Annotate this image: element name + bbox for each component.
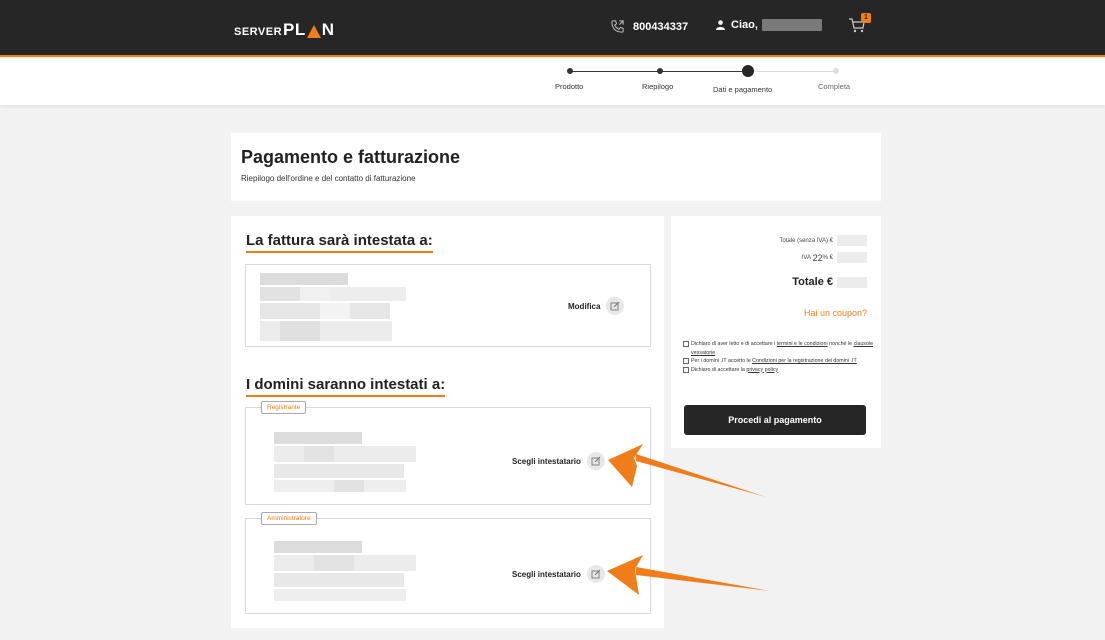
it-domains-text: Per i domini .IT accetto le Condizioni p… (691, 358, 857, 364)
subtotal-value-redacted (837, 235, 867, 246)
edit-icon (606, 297, 625, 315)
vat-suffix: % € (822, 254, 833, 261)
privacy-text: Dichiaro di accettare la privacy policy (691, 366, 779, 373)
terms-checkboxes: Dichiaro di aver letto e di accettare i … (683, 340, 873, 374)
total-line: Totale € (792, 276, 867, 288)
logo-text-big: PL (283, 20, 306, 39)
logo-text-big-end: N (321, 20, 335, 39)
choose-label: Scegli intestatario (512, 569, 581, 579)
vat-rate: 22 (812, 252, 823, 263)
terms-checkbox[interactable] (683, 341, 689, 347)
step-dot-completa (833, 68, 839, 74)
user-menu[interactable]: Ciao, (716, 19, 822, 31)
total-value-redacted (837, 276, 867, 288)
phone-number: 800434337 (633, 20, 689, 33)
page-header-card: Pagamento e fatturazione Riepilogo dell'… (231, 133, 881, 201)
user-name-redacted (761, 19, 822, 31)
terms-row: Dichiaro di aver letto e di accettare i … (683, 340, 873, 357)
privacy-policy-link[interactable]: privacy policy (746, 367, 778, 373)
step-line-todo (748, 71, 836, 72)
step-label-completa: Completa (818, 82, 851, 91)
subtotal-label: Totale (senza IVA) € (779, 237, 833, 244)
step-label-riepilogo: Riepilogo (642, 82, 674, 91)
subtotal-line: Totale (senza IVA) € (779, 235, 867, 246)
phone-link[interactable]: 800434337 (610, 19, 688, 34)
edit-icon (586, 565, 605, 583)
vat-value-redacted (837, 252, 867, 263)
order-summary-panel: Totale (senza IVA) € IVA 22% € Totale € … (671, 216, 881, 448)
vat-prefix: IVA (801, 254, 811, 261)
domains-heading: I domini saranno intestati a: (246, 376, 446, 397)
proceed-to-payment-button[interactable]: Procedi al pagamento (684, 405, 866, 435)
user-greeting: Ciao, (731, 19, 758, 31)
logo-triangle-icon (306, 25, 321, 38)
choose-label: Scegli intestatario (512, 456, 581, 466)
it-domains-checkbox[interactable] (683, 358, 689, 364)
it-domains-row: Per i domini .IT accetto le Condizioni p… (683, 357, 873, 366)
edit-invoice-button[interactable]: Modifica (568, 297, 625, 315)
vat-line: IVA 22% € (802, 252, 867, 263)
phone-icon (611, 20, 624, 33)
page-title: Pagamento e fatturazione (241, 147, 461, 167)
invoice-contact-card: Modifica (245, 264, 651, 347)
step-label-prodotto: Prodotto (555, 82, 584, 91)
choose-registrant-button[interactable]: Scegli intestatario (512, 452, 605, 470)
privacy-checkbox[interactable] (683, 366, 689, 373)
total-label: Totale € (792, 276, 833, 288)
it-conditions-link[interactable]: Condizioni per la registrazione dei domi… (752, 358, 857, 364)
serverplan-logo[interactable]: SERVER PL N (234, 20, 335, 40)
registrant-card: Registrante Scegli intestatario (245, 401, 651, 505)
cart-button[interactable]: 1 (848, 13, 871, 39)
edit-icon (586, 452, 605, 470)
user-icon (716, 20, 725, 30)
privacy-row: Dichiaro di accettare la privacy policy (683, 366, 873, 375)
choose-administrator-button[interactable]: Scegli intestatario (512, 565, 605, 583)
step-dot-riepilogo (657, 68, 663, 74)
terms-link[interactable]: termini e le condizioni (777, 341, 828, 347)
coupon-link[interactable]: Hai un coupon? (804, 308, 867, 318)
page-subtitle: Riepilogo dell'ordine e del contatto di … (241, 174, 416, 183)
billing-panel: La fattura sarà intestata a: Modifica I … (231, 216, 664, 628)
administrator-card: Amministratore Scegli intestatario (245, 512, 651, 614)
edit-label: Modifica (568, 301, 601, 311)
top-navbar: SERVER PL N 800434337 Ciao, 1 (0, 0, 1105, 57)
invoice-heading: La fattura sarà intestata a: (246, 232, 433, 253)
logo-text-small: SERVER (234, 26, 283, 38)
checkout-stepper: Prodotto Riepilogo Dati e pagamento Comp… (0, 59, 1105, 105)
step-dot-prodotto (567, 68, 573, 74)
terms-text: Dichiaro di aver letto e di accettare i … (691, 341, 874, 356)
administrator-tag: Amministratore (261, 512, 317, 525)
step-dot-current (742, 65, 754, 77)
step-line-done-1 (570, 71, 660, 72)
step-label-dati-pagamento: Dati e pagamento (713, 85, 773, 94)
cart-count-badge: 1 (861, 13, 871, 23)
registrant-tag: Registrante (261, 401, 307, 414)
step-line-done-2 (660, 71, 748, 72)
